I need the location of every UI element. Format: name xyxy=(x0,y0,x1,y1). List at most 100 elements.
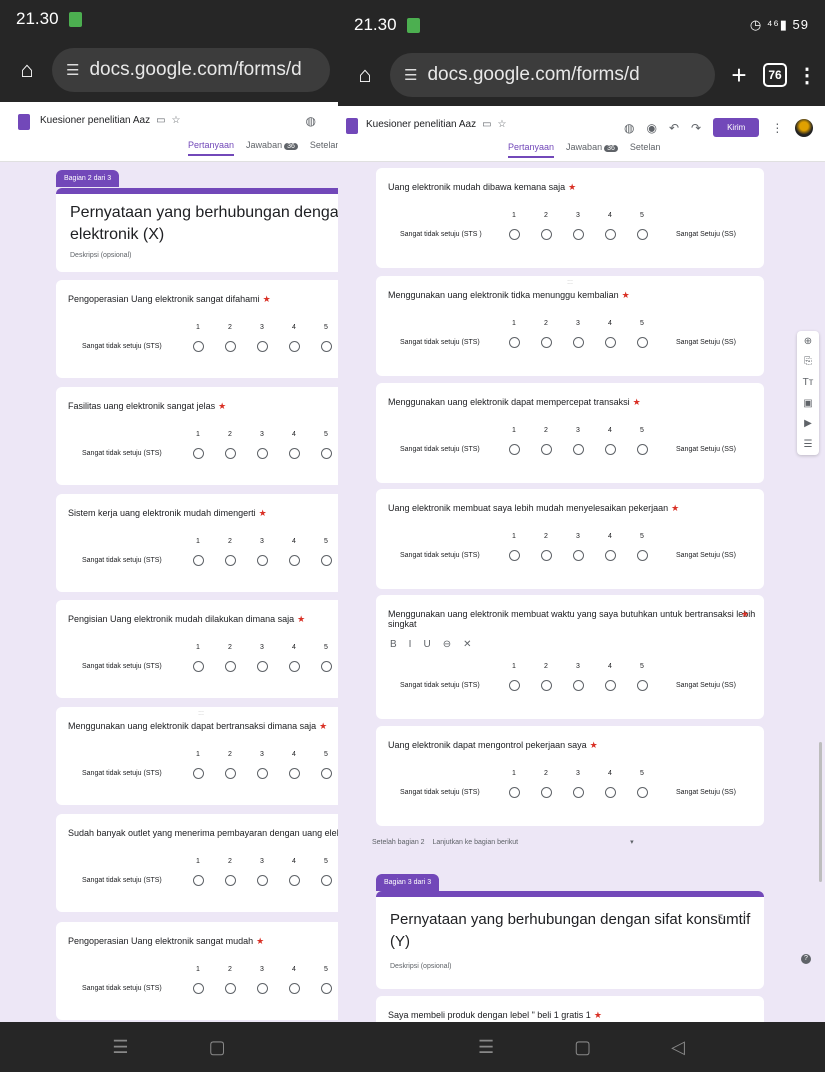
scale-option[interactable] xyxy=(498,444,530,455)
tab-settings[interactable]: Setelan xyxy=(310,140,338,156)
link-icon[interactable]: ⊖ xyxy=(443,639,451,650)
scale-option[interactable] xyxy=(562,787,594,798)
scale-option[interactable] xyxy=(182,661,214,672)
radio-button[interactable] xyxy=(636,337,648,348)
underline-icon[interactable]: U xyxy=(423,639,430,650)
scale-option[interactable] xyxy=(278,555,310,566)
question-card[interactable]: Uang elektronik dapat mengontrol pekerja… xyxy=(376,726,764,826)
radio-button[interactable] xyxy=(636,787,648,798)
question-title[interactable]: Saya membeli produk dengan lebel " beli … xyxy=(388,1010,602,1021)
scale-option[interactable] xyxy=(310,768,338,779)
radio-button[interactable] xyxy=(320,555,332,566)
question-title[interactable]: Uang elektronik membuat saya lebih mudah… xyxy=(388,503,679,514)
home-icon[interactable]: ⌂ xyxy=(12,57,42,83)
scale-option[interactable] xyxy=(246,983,278,994)
tab-settings[interactable]: Setelan xyxy=(630,142,661,158)
scale-option[interactable] xyxy=(182,768,214,779)
radio-button[interactable] xyxy=(320,661,332,672)
section-title[interactable]: Pernyataan yang berhubungan dengan uang e… xyxy=(70,202,338,246)
radio-button[interactable] xyxy=(572,229,584,240)
form-title[interactable]: Kuesioner penelitian Aaz ▭ ☆ xyxy=(366,119,507,130)
section-header-card[interactable]: Pernyataan yang berhubungan dengan uang e… xyxy=(56,188,338,272)
scale-option[interactable] xyxy=(214,983,246,994)
scale-option[interactable] xyxy=(626,550,658,561)
scale-option[interactable] xyxy=(594,787,626,798)
radio-button[interactable] xyxy=(224,448,236,459)
radio-button[interactable] xyxy=(288,555,300,566)
scale-option[interactable] xyxy=(214,555,246,566)
radio-button[interactable] xyxy=(288,341,300,352)
scale-option[interactable] xyxy=(626,444,658,455)
radio-button[interactable] xyxy=(572,787,584,798)
scale-option[interactable] xyxy=(310,983,338,994)
radio-button[interactable] xyxy=(192,555,204,566)
drag-handle-icon[interactable]: ::: xyxy=(198,710,204,717)
radio-button[interactable] xyxy=(192,661,204,672)
radio-button[interactable] xyxy=(192,341,204,352)
scale-option[interactable] xyxy=(278,983,310,994)
question-card[interactable]: Pengoperasian Uang elektronik sangat mud… xyxy=(56,922,338,1020)
scale-option[interactable] xyxy=(562,680,594,691)
palette-icon[interactable]: ◍ xyxy=(306,114,316,128)
preview-icon[interactable]: ◉ xyxy=(646,121,656,135)
scale-option[interactable] xyxy=(182,341,214,352)
scale-option[interactable] xyxy=(562,444,594,455)
new-tab-icon[interactable]: + xyxy=(725,60,753,91)
dropdown-icon[interactable]: ▾ xyxy=(630,839,634,846)
radio-button[interactable] xyxy=(508,337,520,348)
folder-icon[interactable]: ▭ xyxy=(156,115,165,126)
section-more-icon[interactable]: ⋮ xyxy=(739,909,750,922)
collapse-icon[interactable]: ⌅ xyxy=(716,909,725,922)
star-icon[interactable]: ☆ xyxy=(498,119,507,130)
radio-button[interactable] xyxy=(320,341,332,352)
url-field[interactable]: ☰ docs.google.com/forms/d xyxy=(390,53,715,97)
scrollbar[interactable] xyxy=(819,742,822,882)
italic-icon[interactable]: I xyxy=(409,639,412,650)
question-title[interactable]: Uang elektronik mudah dibawa kemana saja… xyxy=(388,182,576,193)
radio-button[interactable] xyxy=(508,550,520,561)
radio-button[interactable] xyxy=(320,448,332,459)
menu-icon[interactable]: ⋮ xyxy=(797,63,817,88)
radio-button[interactable] xyxy=(224,875,236,886)
scale-option[interactable] xyxy=(310,875,338,886)
radio-button[interactable] xyxy=(224,555,236,566)
radio-button[interactable] xyxy=(508,444,520,455)
add-image-icon[interactable]: ▣ xyxy=(803,398,812,409)
home-nav-icon[interactable]: ▢ xyxy=(574,1037,591,1058)
scale-option[interactable] xyxy=(310,448,338,459)
site-settings-icon[interactable]: ☰ xyxy=(66,61,79,79)
radio-button[interactable] xyxy=(192,448,204,459)
question-title[interactable]: Menggunakan uang elektronik membuat wakt… xyxy=(388,609,755,629)
scale-option[interactable] xyxy=(246,341,278,352)
radio-button[interactable] xyxy=(256,555,268,566)
scale-option[interactable] xyxy=(182,875,214,886)
radio-button[interactable] xyxy=(540,787,552,798)
star-icon[interactable]: ☆ xyxy=(172,115,181,126)
radio-button[interactable] xyxy=(636,229,648,240)
scale-option[interactable] xyxy=(310,555,338,566)
radio-button[interactable] xyxy=(320,768,332,779)
radio-button[interactable] xyxy=(572,337,584,348)
scale-option[interactable] xyxy=(246,661,278,672)
scale-option[interactable] xyxy=(278,768,310,779)
radio-button[interactable] xyxy=(320,875,332,886)
scale-option[interactable] xyxy=(214,448,246,459)
scale-option[interactable] xyxy=(278,448,310,459)
section-3-description[interactable]: Deskripsi (opsional) xyxy=(390,963,451,970)
add-section-icon[interactable]: ☰ xyxy=(804,439,813,450)
radio-button[interactable] xyxy=(572,444,584,455)
section-3-title[interactable]: Pernyataan yang berhubungan dengan sifat… xyxy=(390,909,750,953)
question-title[interactable]: Pengoperasian Uang elektronik sangat dif… xyxy=(68,294,271,305)
radio-button[interactable] xyxy=(256,448,268,459)
home-icon[interactable]: ⌂ xyxy=(350,62,380,88)
after-section-select[interactable]: Setelah bagian 2 Lanjutkan ke bagian ber… xyxy=(372,838,634,846)
radio-button[interactable] xyxy=(256,661,268,672)
scale-option[interactable] xyxy=(498,229,530,240)
radio-button[interactable] xyxy=(636,680,648,691)
scale-option[interactable] xyxy=(182,555,214,566)
add-video-icon[interactable]: ▶ xyxy=(804,418,812,429)
question-title[interactable]: Sudah banyak outlet yang menerima pembay… xyxy=(68,828,338,839)
question-title[interactable]: Menggunakan uang elektronik dapat memper… xyxy=(388,397,641,408)
send-button[interactable]: Kirim xyxy=(713,118,760,137)
scale-option[interactable] xyxy=(562,229,594,240)
